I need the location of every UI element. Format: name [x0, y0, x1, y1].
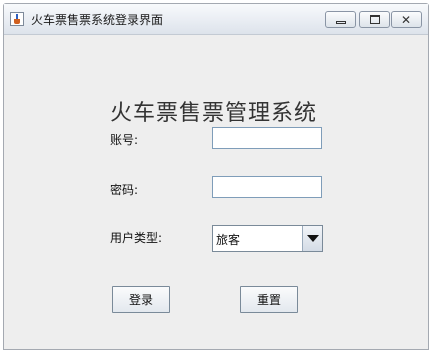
title-bar[interactable]: 火车票售票系统登录界面 ✕: [4, 4, 428, 35]
maximize-button[interactable]: [359, 11, 390, 28]
close-icon: ✕: [401, 13, 412, 27]
minimize-button[interactable]: [325, 11, 356, 28]
maximize-icon: [370, 15, 380, 24]
minimize-icon: [336, 21, 346, 24]
account-label: 账号:: [110, 133, 139, 147]
login-button[interactable]: 登录: [112, 286, 170, 313]
reset-button[interactable]: 重置: [240, 286, 298, 313]
user-type-dropdown-button[interactable]: [302, 226, 322, 251]
chevron-down-icon: [307, 235, 319, 242]
user-type-label: 用户类型:: [110, 231, 163, 245]
java-coffee-cup-icon: [10, 12, 24, 26]
close-button[interactable]: ✕: [391, 11, 422, 28]
account-input[interactable]: [212, 127, 322, 149]
password-label: 密码:: [110, 183, 139, 197]
user-type-select[interactable]: 旅客: [212, 225, 323, 252]
login-window: 火车票售票系统登录界面 ✕ 火车票售票管理系统 账号: 密码: 用户类型: 旅客…: [3, 3, 429, 350]
window-title: 火车票售票系统登录界面: [31, 13, 164, 27]
form-panel: 火车票售票管理系统 账号: 密码: 用户类型: 旅客 登录 重置: [4, 35, 428, 349]
page-title: 火车票售票管理系统: [110, 101, 318, 126]
user-type-value: 旅客: [216, 233, 241, 247]
password-input[interactable]: [212, 176, 322, 198]
